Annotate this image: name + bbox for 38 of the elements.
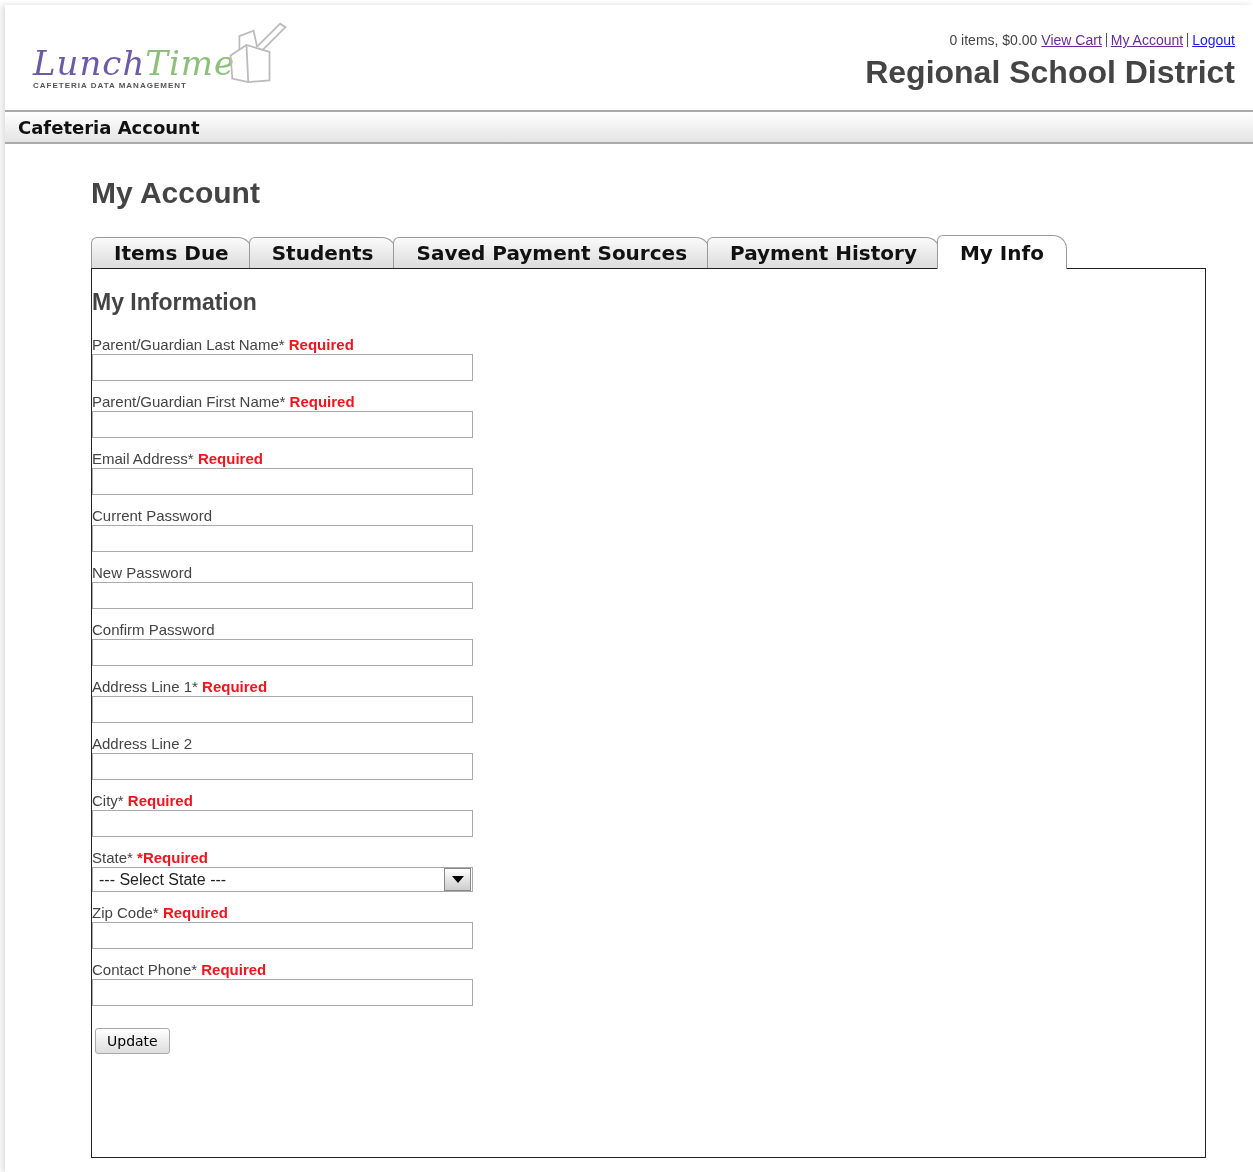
page-title: My Account [91,176,261,210]
field-label: State* *Required [92,849,209,867]
tab[interactable]: Items Due [91,237,252,268]
input-field[interactable] [92,582,473,609]
input-field[interactable] [92,979,473,1006]
field-label: Address Line 2 [92,735,194,753]
input-field[interactable] [92,468,473,495]
input-field[interactable] [92,810,473,837]
input-field[interactable] [92,753,473,780]
field-label: Contact Phone* Required [92,961,268,979]
field-label: Parent/Guardian First Name* Required [92,393,356,411]
input-field[interactable] [92,411,473,438]
logo-wordmark: LunchTime [33,45,236,81]
field-label: Email Address* Required [92,450,264,468]
field-label: Parent/Guardian Last Name* Required [92,336,355,354]
header-link[interactable]: Logout [1192,32,1235,48]
field-label: Current Password [92,507,214,525]
header-link[interactable]: View Cart [1041,32,1102,48]
state-dropdown[interactable]: --- Select State --- [92,867,473,892]
input-field[interactable] [92,525,473,552]
field-label: New Password [92,564,194,582]
input-field[interactable] [92,354,473,381]
field-label: Zip Code* Required [92,904,229,922]
field-label: City* Required [92,792,194,810]
section-title: Cafeteria Account [18,116,200,138]
update-button[interactable]: Update [95,1028,170,1054]
district-name: Regional School District [865,54,1235,91]
field-label: Address Line 1* Required [92,678,269,696]
field-label: Confirm Password [92,621,216,639]
logo-tagline: CAFETERIA DATA MANAGEMENT [33,81,188,90]
tab[interactable]: My Info [936,235,1067,269]
form-title: My Information [92,289,258,316]
input-field[interactable] [92,696,473,723]
input-field[interactable] [92,639,473,666]
header-link[interactable]: My Account [1110,32,1184,48]
cart-summary: 0 items, $0.00 [949,32,1038,48]
tab[interactable]: Payment History [707,237,940,268]
input-field[interactable] [92,922,473,949]
